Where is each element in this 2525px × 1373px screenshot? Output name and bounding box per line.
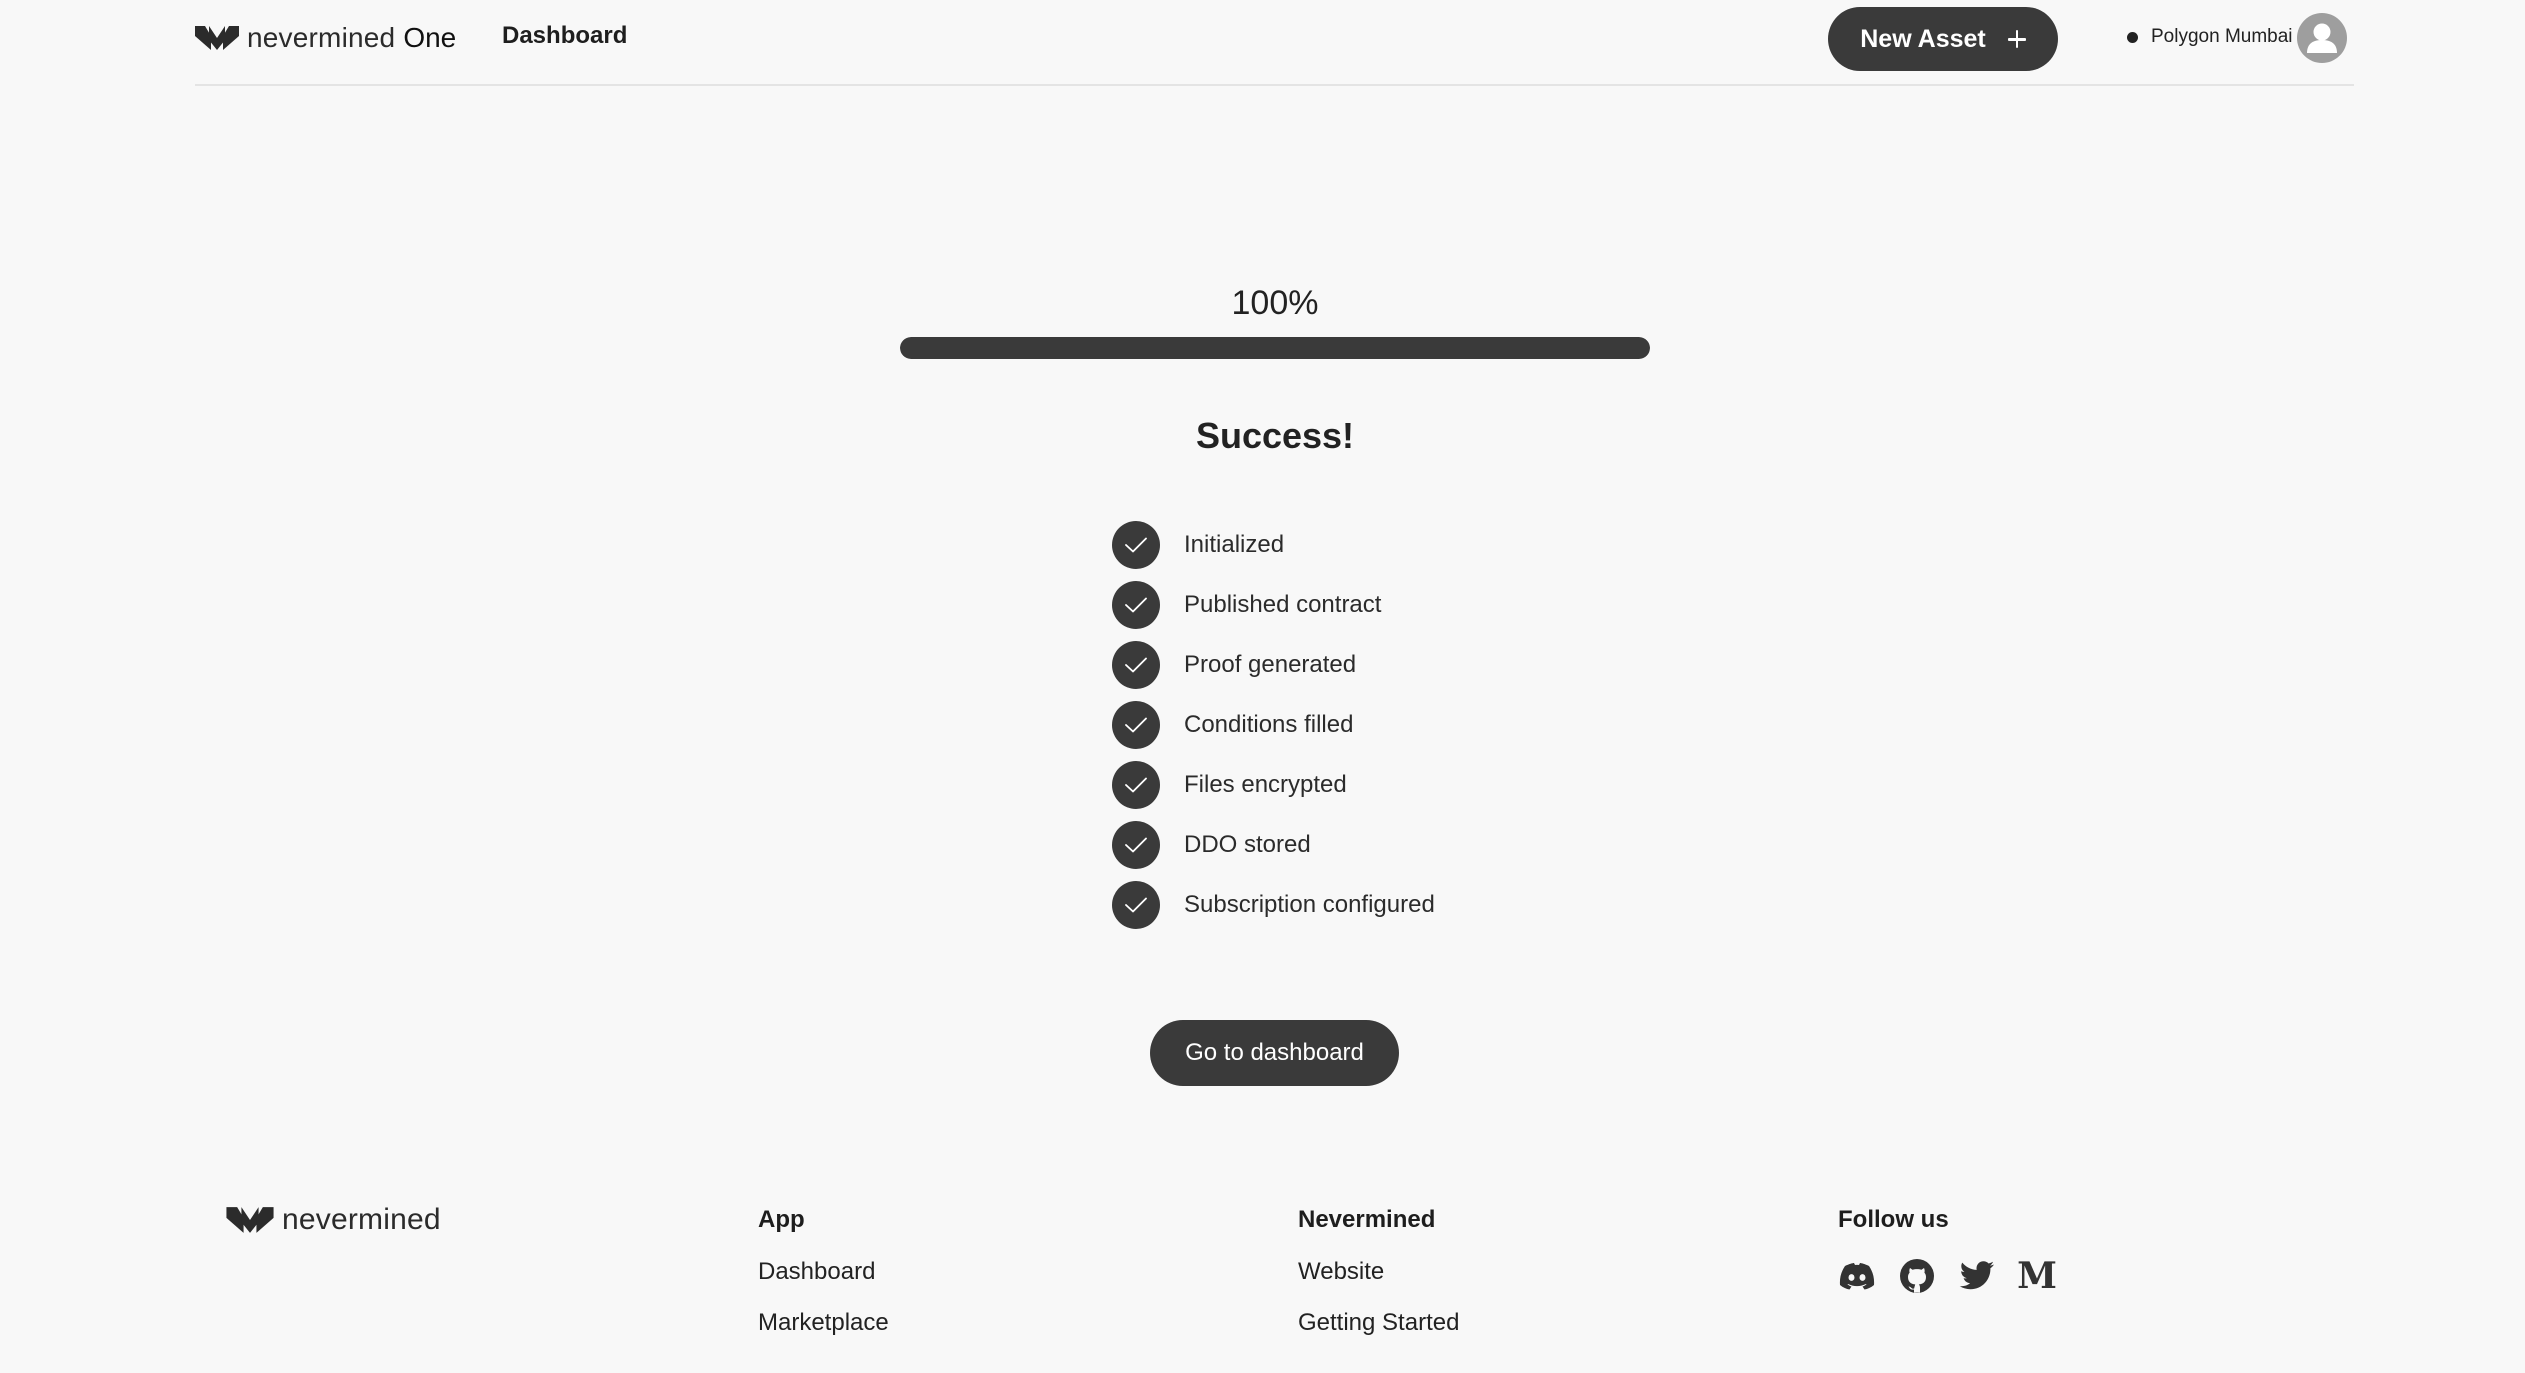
check-icon	[1112, 701, 1160, 749]
step-item: Initialized	[1112, 515, 1435, 575]
step-item: Proof generated	[1112, 635, 1435, 695]
nevermined-logo-icon	[195, 26, 239, 50]
footer-brand[interactable]: nevermined	[226, 1200, 441, 1240]
new-asset-button[interactable]: New Asset	[1828, 7, 2058, 71]
success-title: Success!	[1195, 415, 1355, 456]
footer-app-column: App Dashboard Marketplace	[758, 1205, 889, 1359]
go-to-dashboard-button[interactable]: Go to dashboard	[1150, 1020, 1399, 1086]
network-name: Polygon Mumbai	[2151, 26, 2293, 47]
twitter-icon[interactable]	[1958, 1257, 1996, 1295]
user-avatar-icon[interactable]	[2297, 13, 2347, 63]
step-label: Published contract	[1184, 591, 1382, 618]
step-label: Proof generated	[1184, 651, 1357, 678]
progress-percent: 100%	[1231, 284, 1319, 322]
step-label: Initialized	[1184, 531, 1285, 558]
footer-app-heading: App	[758, 1206, 805, 1233]
footer-link-marketplace[interactable]: Marketplace	[758, 1308, 889, 1338]
footer-link-website[interactable]: Website	[1298, 1257, 1459, 1287]
progress-bar	[900, 337, 1650, 359]
brand-name: nevermined	[247, 22, 396, 53]
step-label: Files encrypted	[1184, 771, 1347, 798]
new-asset-label: New Asset	[1860, 24, 1986, 53]
top-header: nevermined One Dashboard New Asset Polyg…	[195, 0, 2354, 86]
brand[interactable]: nevermined One	[195, 18, 456, 58]
brand-suffix: One	[403, 22, 457, 53]
check-icon	[1112, 761, 1160, 809]
step-label: Subscription configured	[1184, 891, 1435, 918]
check-icon	[1112, 881, 1160, 929]
footer-follow-heading: Follow us	[1838, 1206, 1949, 1233]
footer-nevermined-heading: Nevermined	[1298, 1206, 1436, 1233]
check-icon	[1112, 581, 1160, 629]
footer-brand-name: nevermined	[282, 1203, 441, 1236]
social-links: M	[1838, 1257, 2057, 1295]
plus-icon	[2007, 30, 2026, 48]
progress-bar-fill	[900, 337, 1650, 359]
publish-steps-list: Initialized Published contract Proof gen…	[1112, 515, 1435, 935]
step-item: DDO stored	[1112, 815, 1435, 875]
step-label: DDO stored	[1184, 831, 1311, 858]
check-icon	[1112, 521, 1160, 569]
discord-icon[interactable]	[1838, 1257, 1876, 1295]
nevermined-logo-icon	[226, 1207, 274, 1233]
step-label: Conditions filled	[1184, 711, 1354, 738]
check-icon	[1112, 641, 1160, 689]
nav-dashboard-link[interactable]: Dashboard	[502, 22, 627, 50]
footer-link-dashboard[interactable]: Dashboard	[758, 1257, 889, 1287]
github-icon[interactable]	[1898, 1257, 1936, 1295]
step-item: Conditions filled	[1112, 695, 1435, 755]
check-icon	[1112, 821, 1160, 869]
network-status: Polygon Mumbai	[2127, 22, 2293, 52]
step-item: Published contract	[1112, 575, 1435, 635]
footer-follow-column: Follow us M	[1838, 1205, 2057, 1295]
network-status-dot	[2127, 31, 2138, 43]
step-item: Files encrypted	[1112, 755, 1435, 815]
footer-link-getting-started[interactable]: Getting Started	[1298, 1308, 1459, 1338]
medium-icon[interactable]: M	[2017, 1257, 2057, 1295]
step-item: Subscription configured	[1112, 875, 1435, 935]
footer-nevermined-column: Nevermined Website Getting Started	[1298, 1205, 1459, 1359]
